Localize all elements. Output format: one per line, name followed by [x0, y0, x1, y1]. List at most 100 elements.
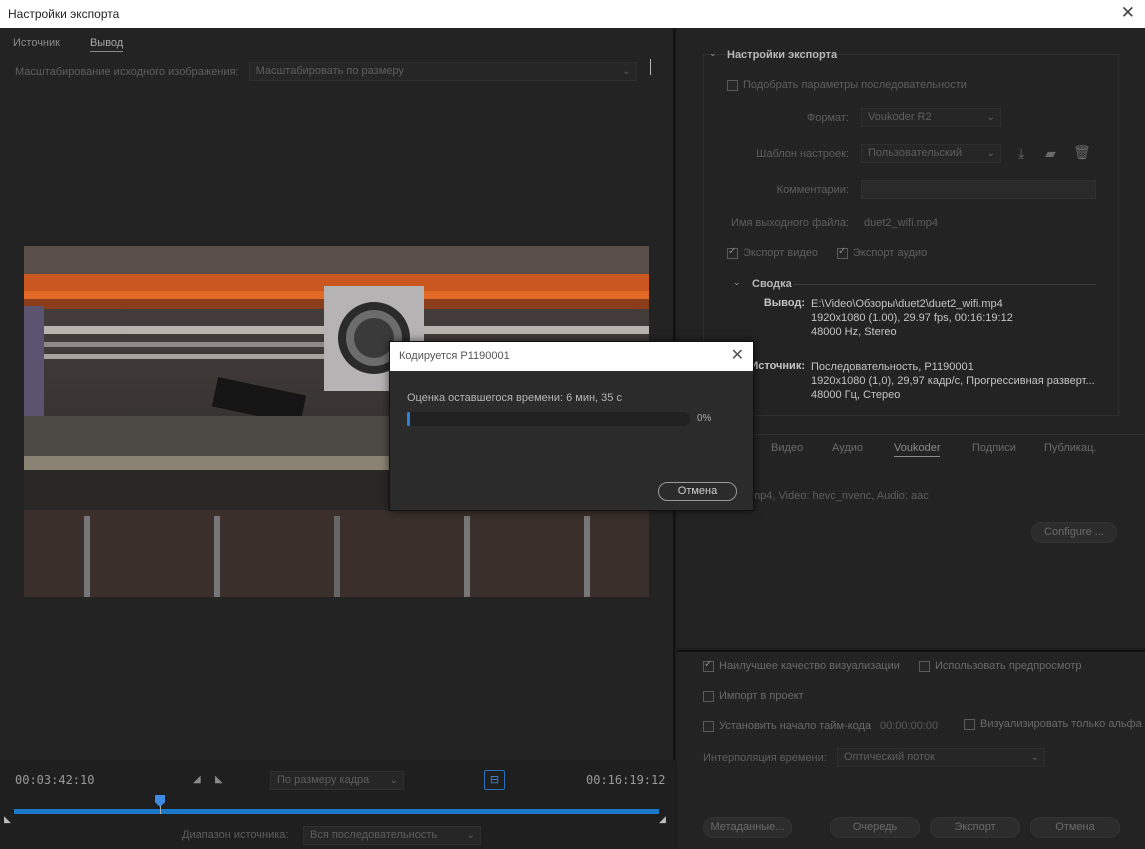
match-sequence-label: Подобрать параметры последовательности	[743, 79, 967, 91]
progress-percent: 0%	[697, 413, 712, 424]
max-render-quality-checkbox[interactable]	[703, 659, 714, 672]
format-value: Voukoder R2	[868, 111, 932, 123]
chevron-down-icon: ⌄	[389, 775, 398, 786]
out-point-icon[interactable]: ◢	[659, 814, 666, 825]
export-audio-row[interactable]: Экспорт аудио	[837, 246, 928, 259]
summary-divider	[793, 284, 1096, 285]
close-icon[interactable]: ✕	[731, 345, 744, 365]
render-alpha-checkbox[interactable]	[964, 718, 975, 730]
scaling-value: Масштабировать по размеру	[255, 65, 404, 77]
queue-button[interactable]: Очередь	[830, 817, 920, 838]
match-sequence-checkbox[interactable]	[727, 79, 738, 91]
end-timecode: 00:16:19:12	[586, 773, 666, 787]
tab-captions[interactable]: Подписи	[972, 442, 1016, 454]
output-name-link[interactable]: duet2_wifi.mp4	[864, 217, 938, 229]
time-interpolation-value: Оптический поток	[844, 751, 935, 763]
output-path: E:\Video\Обзоры\duet2\duet2_wifi.mp4	[811, 298, 1003, 310]
import-project-row[interactable]: Импорт в проект	[703, 690, 804, 702]
dialog-title: Кодируется P1190001	[399, 350, 510, 362]
import-project-label: Импорт в проект	[719, 690, 804, 702]
save-preset-icon[interactable]: ⤓	[1018, 145, 1024, 162]
progress-bar	[407, 412, 690, 426]
output-summary-label: Вывод:	[763, 297, 805, 309]
start-timecode-value[interactable]: 00:00:00:00	[880, 720, 938, 732]
fit-dropdown[interactable]: По размеру кадра ⌄	[270, 771, 404, 790]
timeline-track[interactable]	[14, 809, 659, 814]
tab-output[interactable]: Вывод	[89, 37, 124, 52]
render-alpha-row[interactable]: Визуализировать только альфа	[964, 718, 1142, 730]
use-previews-checkbox[interactable]	[919, 660, 930, 672]
comments-label: Комментарии:	[776, 184, 849, 196]
current-timecode[interactable]: 00:03:42:10	[15, 773, 94, 787]
match-sequence-row[interactable]: Подобрать параметры последовательности	[727, 79, 967, 91]
preset-dropdown[interactable]: Пользовательский ⌄	[861, 144, 1001, 163]
delete-preset-icon[interactable]: 🗑	[1073, 144, 1091, 161]
source-video-info: 1920x1080 (1,0), 29,97 кадр/с, Прогресси…	[811, 375, 1095, 387]
import-preset-icon[interactable]: ▰	[1045, 145, 1056, 162]
import-project-checkbox[interactable]	[703, 690, 714, 702]
export-audio-label: Экспорт аудио	[853, 247, 928, 259]
export-button[interactable]: Экспорт	[930, 817, 1020, 838]
source-range-label: Диапазон источника:	[182, 829, 289, 841]
title-bar: Настройки экспорта ✕	[0, 0, 1145, 28]
timeline-area: 00:03:42:10 ◢ ◣ По размеру кадра ⌄ ⊟ 00:…	[0, 762, 675, 849]
export-video-row[interactable]: Экспорт видео	[727, 246, 819, 259]
time-interpolation-dropdown[interactable]: Оптический поток ⌄	[837, 748, 1045, 767]
tab-source[interactable]: Источник	[13, 37, 60, 52]
tab-publish[interactable]: Публикац.	[1044, 442, 1096, 454]
scaling-row: Масштабирование исходного изображения: М…	[15, 62, 637, 81]
chevron-down-icon: ⌄	[622, 66, 631, 77]
preview-tabs: Источник Вывод	[13, 37, 124, 52]
preset-label: Шаблон настроек:	[756, 148, 849, 160]
max-render-quality-label: Наилучшее качество визуализации	[719, 660, 900, 672]
render-alpha-label: Визуализировать только альфа	[980, 718, 1142, 730]
metadata-button[interactable]: Метаданные...	[703, 817, 792, 838]
chevron-down-icon: ⌄	[986, 112, 995, 123]
output-video-info: 1920x1080 (1.00), 29.97 fps, 00:16:19:12	[811, 312, 1013, 324]
safe-margins-icon[interactable]: ⊟	[484, 770, 505, 790]
configure-button[interactable]: Configure ...	[1031, 522, 1117, 543]
max-render-quality-row[interactable]: Наилучшее качество визуализации	[703, 659, 900, 672]
mark-out-icon[interactable]: ◣	[215, 774, 223, 785]
in-point-icon[interactable]: ◣	[4, 814, 11, 825]
source-audio-info: 48000 Гц, Стерео	[811, 389, 901, 401]
export-video-checkbox[interactable]	[727, 246, 738, 259]
use-previews-label: Использовать предпросмотр	[935, 660, 1082, 672]
format-label: Формат:	[806, 112, 849, 124]
mark-in-icon[interactable]: ◢	[193, 774, 201, 785]
progress-fill	[407, 412, 410, 426]
export-video-label: Экспорт видео	[743, 247, 819, 259]
settings-pane: ⌄ Настройки экспорта Подобрать параметры…	[677, 28, 1145, 648]
text-cursor	[650, 59, 651, 75]
tab-audio[interactable]: Аудио	[832, 442, 863, 454]
use-previews-row[interactable]: Использовать предпросмотр	[919, 660, 1082, 672]
chevron-down-icon[interactable]: ⌄	[709, 48, 717, 59]
chevron-down-icon: ⌄	[986, 148, 995, 159]
dialog-title-bar: Кодируется P1190001 ✕	[390, 342, 753, 371]
chevron-down-icon[interactable]: ⌄	[733, 277, 741, 288]
comments-input[interactable]	[861, 180, 1096, 199]
source-range-value: Вся последовательность	[310, 829, 438, 841]
playhead-line	[160, 806, 161, 814]
chevron-down-icon: ⌄	[1030, 752, 1039, 763]
output-audio-info: 48000 Hz, Stereo	[811, 326, 897, 338]
close-icon[interactable]: ✕	[1121, 3, 1135, 23]
start-timecode-row[interactable]: Установить начало тайм-кода	[703, 720, 871, 732]
chevron-down-icon: ⌄	[466, 830, 475, 841]
tab-voukoder[interactable]: Voukoder	[894, 442, 941, 457]
format-dropdown[interactable]: Voukoder R2 ⌄	[861, 108, 1001, 127]
cancel-button[interactable]: Отмена	[1030, 817, 1120, 838]
export-settings-title: Настройки экспорта	[727, 49, 838, 61]
encoding-dialog: Кодируется P1190001 ✕ Оценка оставшегося…	[389, 341, 754, 511]
scaling-dropdown[interactable]: Масштабировать по размеру ⌄	[248, 62, 637, 81]
time-estimate: Оценка оставшегося времени: 6 мин, 35 с	[407, 392, 622, 404]
summary-title: Сводка	[752, 278, 792, 290]
start-timecode-checkbox[interactable]	[703, 720, 714, 732]
source-name: Последовательность, P1190001	[811, 361, 974, 373]
dialog-cancel-button[interactable]: Отмена	[658, 482, 737, 501]
tab-video[interactable]: Видео	[771, 442, 803, 454]
source-range-dropdown[interactable]: Вся последовательность ⌄	[303, 826, 481, 845]
preset-value: Пользовательский	[868, 147, 962, 159]
export-audio-checkbox[interactable]	[837, 246, 848, 259]
time-interpolation-label: Интерполяция времени:	[703, 752, 827, 764]
